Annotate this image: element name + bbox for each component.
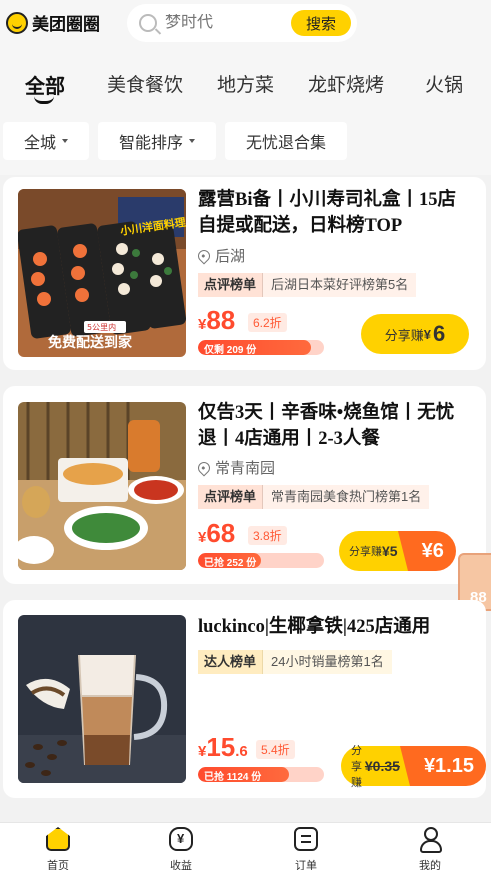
- deal-location-text: 常青南园: [215, 460, 276, 477]
- nav-home-label: 首页: [47, 860, 69, 870]
- tab-crayfish-bbq[interactable]: 龙虾烧烤: [308, 70, 384, 97]
- deal-price: ¥ 15 .6: [198, 732, 248, 763]
- nav-profile[interactable]: 我的: [400, 827, 460, 870]
- price-decimal: .6: [235, 743, 248, 760]
- location-pin-icon: [195, 459, 213, 476]
- discount-badge: 6.2折: [248, 313, 287, 332]
- tab-all[interactable]: 全部: [25, 70, 65, 99]
- share-amount: 6: [433, 321, 446, 346]
- share-currency: ¥: [423, 326, 431, 342]
- rank-tag: 点评榜单: [198, 273, 263, 297]
- deal-image-sushi: 小川洋面料理 5公里内 免费配送到家: [18, 189, 186, 357]
- nav-earnings[interactable]: 收益: [151, 827, 211, 870]
- deal-image-fish: [18, 402, 186, 570]
- stock-label: 已抢 1124 份: [204, 772, 262, 782]
- stock-label: 已抢 252 份: [204, 558, 257, 568]
- filter-worry-free-refund[interactable]: 无忧退合集: [225, 122, 347, 160]
- caret-down-icon: [62, 139, 68, 143]
- price-value: 15: [206, 732, 236, 762]
- deal-card[interactable]: luckinco|生椰拿铁|425店通用 达人榜单 24小时销量榜第1名 ¥ 1…: [3, 600, 486, 798]
- filter-sort-label: 智能排序: [118, 135, 183, 152]
- stock-progress-bar: 已抢 1124 份: [198, 767, 324, 782]
- discount-badge: 5.4折: [256, 740, 295, 759]
- filter-refund-label: 无忧退合集: [245, 135, 326, 152]
- search-bar[interactable]: 搜索: [127, 4, 357, 42]
- image-badge: 5公里内: [87, 322, 116, 332]
- nav-orders[interactable]: 订单: [276, 827, 336, 870]
- filter-sort[interactable]: 智能排序: [98, 122, 216, 160]
- deal-price: ¥ 88: [198, 305, 235, 336]
- share-earn-button[interactable]: 分享赚 ¥ 6: [361, 314, 469, 354]
- rank-badge[interactable]: 点评榜单 后湖日本菜好评榜第5名: [198, 273, 417, 297]
- deal-title[interactable]: 露营Bi备丨小川寿司礼盒丨15店自提或配送，日料榜TOP: [198, 187, 468, 239]
- search-input[interactable]: [165, 14, 280, 32]
- price-value: 68: [206, 518, 236, 548]
- brand[interactable]: 美团圈圈: [6, 10, 100, 35]
- price-currency: ¥: [198, 743, 207, 760]
- deal-title[interactable]: luckinco|生椰拿铁|425店通用: [198, 614, 468, 640]
- filter-city[interactable]: 全城: [3, 122, 89, 160]
- caret-down-icon: [189, 139, 195, 143]
- bottom-nav: 首页 收益 订单 我的: [0, 822, 491, 870]
- deal-card[interactable]: 仅告3天丨辛香味•烧鱼馆丨无忧退丨4店通用丨2-3人餐 常青南园 点评榜单 常青…: [3, 386, 486, 584]
- rank-tag: 点评榜单: [198, 485, 263, 509]
- nav-home[interactable]: 首页: [28, 827, 88, 870]
- rank-text: 后湖日本菜好评榜第5名: [262, 273, 417, 297]
- meituan-logo-icon: [6, 11, 28, 34]
- rank-badge[interactable]: 点评榜单 常青南园美食热门榜第1名: [198, 485, 430, 509]
- deal-title[interactable]: 仅告3天丨辛香味•烧鱼馆丨无忧退丨4店通用丨2-3人餐: [198, 400, 468, 452]
- order-icon: [294, 827, 318, 851]
- share-old-value: ¥5: [382, 543, 398, 559]
- share-label: 分享赚: [384, 327, 424, 343]
- deal-price: ¥ 68: [198, 518, 235, 549]
- category-tabs: 全部 美食餐饮 地方菜 龙虾烧烤 火锅: [0, 70, 491, 104]
- home-icon: [46, 827, 70, 851]
- share-new-amount: ¥6: [397, 531, 456, 571]
- share-label: 分享赚: [351, 745, 362, 789]
- rank-badge[interactable]: 达人榜单 24小时销量榜第1名: [198, 650, 392, 674]
- deal-location: 后湖: [195, 245, 246, 266]
- location-pin-icon: [195, 247, 213, 264]
- deal-location: 常青南园: [195, 457, 276, 478]
- tab-food[interactable]: 美食餐饮: [107, 70, 183, 97]
- share-new-amount: ¥1.15: [399, 746, 486, 786]
- share-earn-button[interactable]: 分享赚 ¥5 ¥6: [339, 531, 456, 571]
- filter-bar: 全城 智能排序 无忧退合集: [0, 122, 491, 160]
- stock-progress-bar: 仅剩 209 份: [198, 340, 324, 355]
- tab-hotpot[interactable]: 火锅: [425, 70, 463, 97]
- image-caption-bottom: 免费配送到家: [48, 334, 133, 351]
- share-old-value: ¥0.35: [364, 758, 400, 774]
- profile-icon: [418, 827, 442, 853]
- price-currency: ¥: [198, 316, 207, 333]
- share-earn-button[interactable]: 分享赚 ¥0.35 ¥1.15: [341, 745, 486, 789]
- price-currency: ¥: [198, 529, 207, 546]
- filter-city-label: 全城: [23, 135, 56, 152]
- discount-badge: 3.8折: [248, 526, 287, 545]
- rank-text: 24小时销量榜第1名: [262, 650, 392, 674]
- brand-name: 美团圈圈: [32, 15, 100, 34]
- rank-text: 常青南园美食热门榜第1名: [262, 485, 430, 509]
- nav-orders-label: 订单: [295, 860, 317, 870]
- share-label: 分享赚: [349, 546, 382, 558]
- deal-location-text: 后湖: [215, 248, 246, 265]
- nav-earnings-label: 收益: [170, 860, 192, 870]
- header-area: 美团圈圈 搜索 全部 美食餐饮 地方菜 龙虾烧烤 火锅 全城 智能排序 无忧退合…: [0, 0, 491, 175]
- search-button[interactable]: 搜索: [291, 10, 351, 36]
- price-value: 88: [206, 305, 236, 335]
- deal-image-coffee: [18, 615, 186, 783]
- wallet-icon: [169, 827, 193, 851]
- nav-profile-label: 我的: [419, 860, 441, 870]
- stock-label: 仅剩 209 份: [204, 345, 257, 355]
- search-icon: [139, 14, 157, 32]
- tab-local-cuisine[interactable]: 地方菜: [217, 70, 274, 97]
- deal-card[interactable]: 小川洋面料理 5公里内 免费配送到家 露营Bi备丨小川寿司礼盒丨15店自提或配送…: [3, 177, 486, 370]
- stock-progress-bar: 已抢 252 份: [198, 553, 324, 568]
- rank-tag: 达人榜单: [198, 650, 263, 674]
